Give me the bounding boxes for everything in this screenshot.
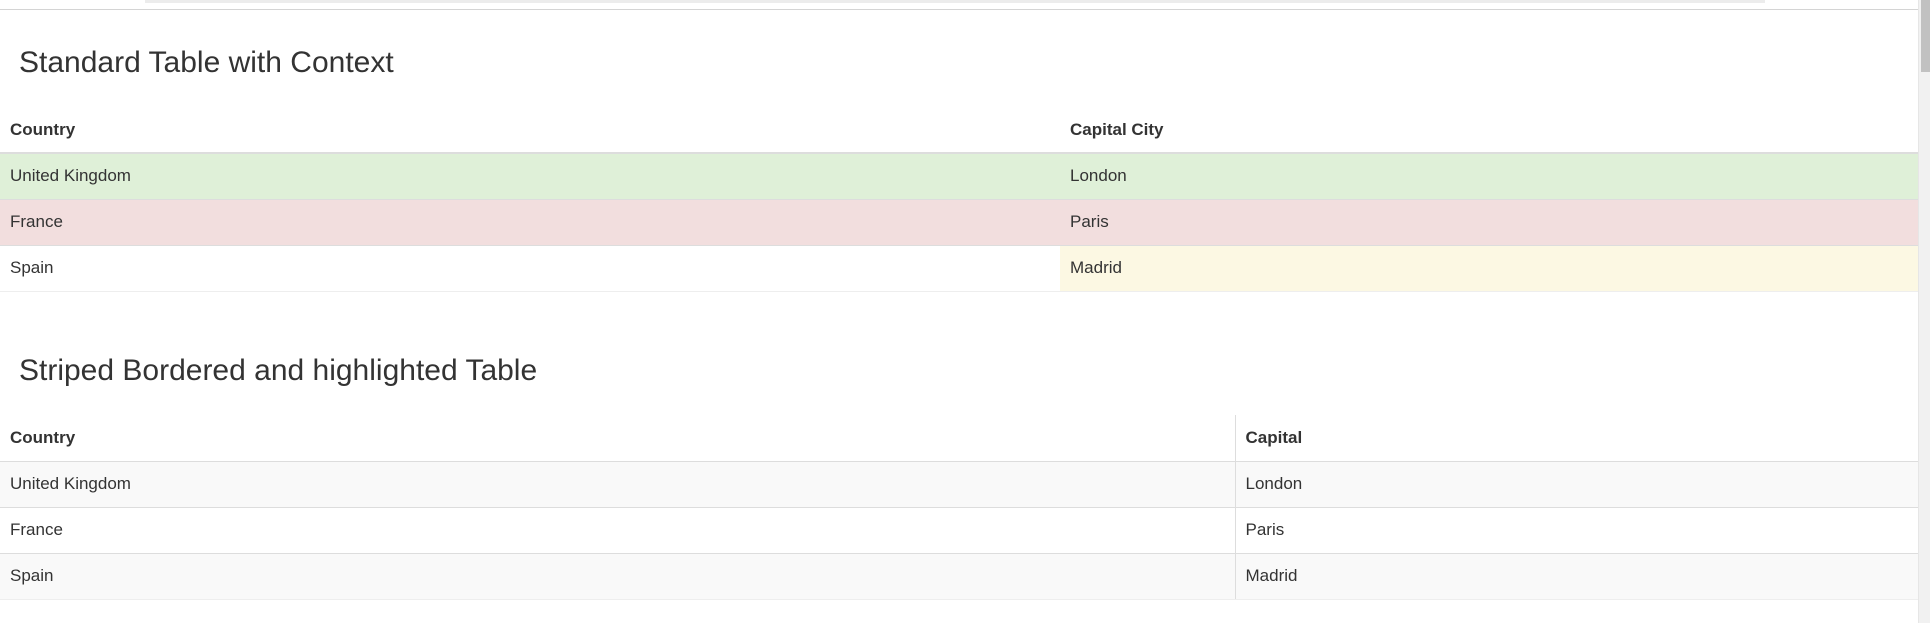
cell-country: Spain: [0, 552, 1235, 600]
top-bar-inner: [145, 0, 1765, 3]
cell-country: Spain: [0, 244, 1060, 292]
cell-capital: Madrid: [1234, 552, 1918, 600]
table-row: United Kingdom London: [0, 152, 1918, 199]
table-row: France Paris: [0, 506, 1918, 553]
striped-bordered-table: Country Capital United Kingdom London Fr…: [0, 415, 1918, 600]
table-row: Spain Madrid: [0, 552, 1918, 600]
cell-country: United Kingdom: [0, 152, 1060, 199]
table-header-row: Country Capital City: [0, 107, 1918, 154]
table-row: Spain Madrid: [0, 244, 1918, 292]
column-header-capital: Capital: [1234, 415, 1918, 462]
scrollbar-thumb[interactable]: [1921, 0, 1930, 72]
cell-country: France: [0, 198, 1060, 245]
cell-country: France: [0, 506, 1235, 553]
vertical-scrollbar[interactable]: [1918, 0, 1930, 623]
cell-capital: London: [1060, 152, 1918, 199]
cell-capital: London: [1234, 460, 1918, 507]
column-header-country: Country: [0, 107, 1060, 154]
cell-capital: Madrid: [1060, 244, 1918, 292]
column-header-country: Country: [0, 415, 1235, 462]
top-bar: [0, 0, 1918, 10]
table-row: France Paris: [0, 198, 1918, 245]
column-header-capital: Capital City: [1060, 107, 1918, 154]
context-table-title: Standard Table with Context: [19, 46, 394, 79]
cell-capital: Paris: [1060, 198, 1918, 245]
context-table: Country Capital City United Kingdom Lond…: [0, 107, 1918, 292]
cell-capital: Paris: [1234, 506, 1918, 553]
cell-country: United Kingdom: [0, 460, 1235, 507]
table-header-row: Country Capital: [0, 415, 1918, 462]
table-row: United Kingdom London: [0, 460, 1918, 507]
striped-table-title: Striped Bordered and highlighted Table: [19, 354, 538, 387]
